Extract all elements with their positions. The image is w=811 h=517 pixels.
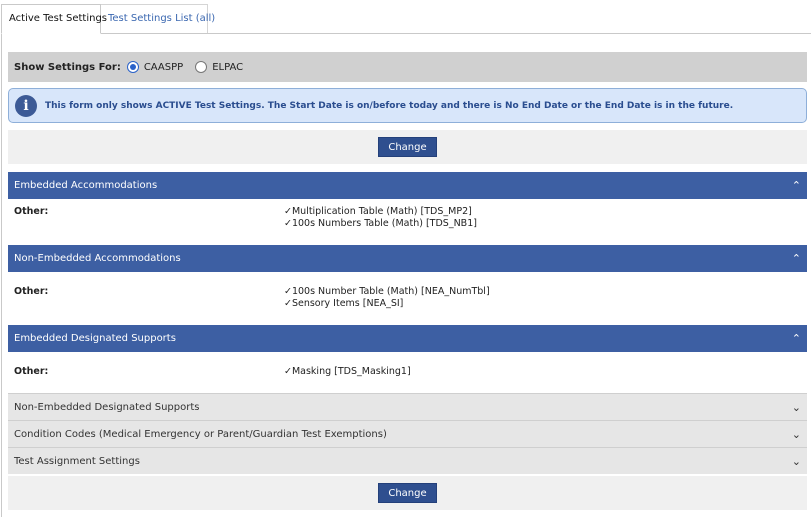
- list-item: ✓100s Number Table (Math) [NEA_NumTbl]: [284, 286, 490, 297]
- list-item: ✓100s Numbers Table (Math) [TDS_NB1]: [284, 218, 477, 229]
- tab-test-settings-list[interactable]: Test Settings List (all): [101, 4, 215, 34]
- change-row-top: Change: [8, 130, 807, 164]
- chevron-up-icon[interactable]: ⌃: [792, 332, 801, 345]
- info-message: i This form only shows ACTIVE Test Setti…: [8, 88, 807, 123]
- section-non-embedded-accommodations: Non-Embedded Accommodations ⌃ Other: ✓10…: [8, 245, 807, 325]
- section-title: Embedded Designated Supports: [14, 333, 176, 344]
- chevron-up-icon[interactable]: ⌃: [792, 252, 801, 265]
- chevron-down-icon[interactable]: ⌄: [792, 401, 801, 414]
- section-header-non-embedded-designated-supports[interactable]: Non-Embedded Designated Supports ⌄: [8, 393, 807, 420]
- row-label-other: Other:: [14, 366, 49, 377]
- section-header-embedded-accommodations[interactable]: Embedded Accommodations ⌃: [8, 172, 807, 199]
- change-row-bottom: Change: [8, 476, 807, 510]
- tab-active-test-settings[interactable]: Active Test Settings: [1, 4, 107, 34]
- radio-caaspp-button[interactable]: [126, 61, 139, 73]
- list-item: ✓Sensory Items [NEA_SI]: [284, 298, 404, 309]
- filter-label: Show Settings For:: [14, 61, 121, 73]
- radio-elpac-label[interactable]: ELPAC: [212, 62, 243, 73]
- section-title: Non-Embedded Accommodations: [14, 253, 181, 264]
- section-body: Other: ✓100s Number Table (Math) [NEA_Nu…: [8, 272, 807, 325]
- tab-bar: Active Test Settings Test Settings List …: [0, 0, 811, 34]
- section-embedded-accommodations: Embedded Accommodations ⌃ Other: ✓Multip…: [8, 172, 807, 245]
- section-title: Embedded Accommodations: [14, 180, 158, 191]
- radio-caaspp[interactable]: CAASPP: [126, 61, 183, 73]
- collapsed-sections: Non-Embedded Designated Supports ⌄ Condi…: [8, 393, 807, 474]
- section-header-test-assignment-settings[interactable]: Test Assignment Settings ⌄: [8, 447, 807, 474]
- chevron-down-icon[interactable]: ⌄: [792, 428, 801, 441]
- section-header-embedded-designated-supports[interactable]: Embedded Designated Supports ⌃: [8, 325, 807, 352]
- section-body: Other: ✓Masking [TDS_Masking1]: [8, 352, 807, 392]
- section-header-condition-codes[interactable]: Condition Codes (Medical Emergency or Pa…: [8, 420, 807, 447]
- section-title: Non-Embedded Designated Supports: [14, 401, 200, 413]
- chevron-down-icon[interactable]: ⌄: [792, 455, 801, 468]
- info-icon: i: [15, 94, 37, 117]
- change-button-top[interactable]: Change: [378, 137, 437, 157]
- radio-caaspp-label[interactable]: CAASPP: [144, 62, 183, 73]
- row-label-other: Other:: [14, 286, 49, 297]
- settings-list: ✓100s Number Table (Math) [NEA_NumTbl] ✓…: [284, 286, 490, 310]
- section-embedded-designated-supports: Embedded Designated Supports ⌃ Other: ✓M…: [8, 325, 807, 392]
- section-header-non-embedded-accommodations[interactable]: Non-Embedded Accommodations ⌃: [8, 245, 807, 272]
- settings-list: ✓Masking [TDS_Masking1]: [284, 366, 411, 378]
- info-text: This form only shows ACTIVE Test Setting…: [45, 100, 734, 111]
- section-title: Test Assignment Settings: [14, 455, 140, 467]
- chevron-up-icon[interactable]: ⌃: [792, 179, 801, 192]
- row-label-other: Other:: [14, 206, 49, 217]
- settings-filter-bar: Show Settings For: CAASPP ELPAC: [8, 52, 807, 82]
- section-title: Condition Codes (Medical Emergency or Pa…: [14, 428, 387, 440]
- settings-list: ✓Multiplication Table (Math) [TDS_MP2] ✓…: [284, 206, 477, 230]
- section-body: Other: ✓Multiplication Table (Math) [TDS…: [8, 199, 807, 245]
- change-button-bottom[interactable]: Change: [378, 483, 437, 503]
- list-item: ✓Multiplication Table (Math) [TDS_MP2]: [284, 206, 472, 217]
- radio-elpac-button[interactable]: [195, 61, 208, 73]
- radio-elpac[interactable]: ELPAC: [195, 61, 243, 73]
- list-item: ✓Masking [TDS_Masking1]: [284, 366, 411, 377]
